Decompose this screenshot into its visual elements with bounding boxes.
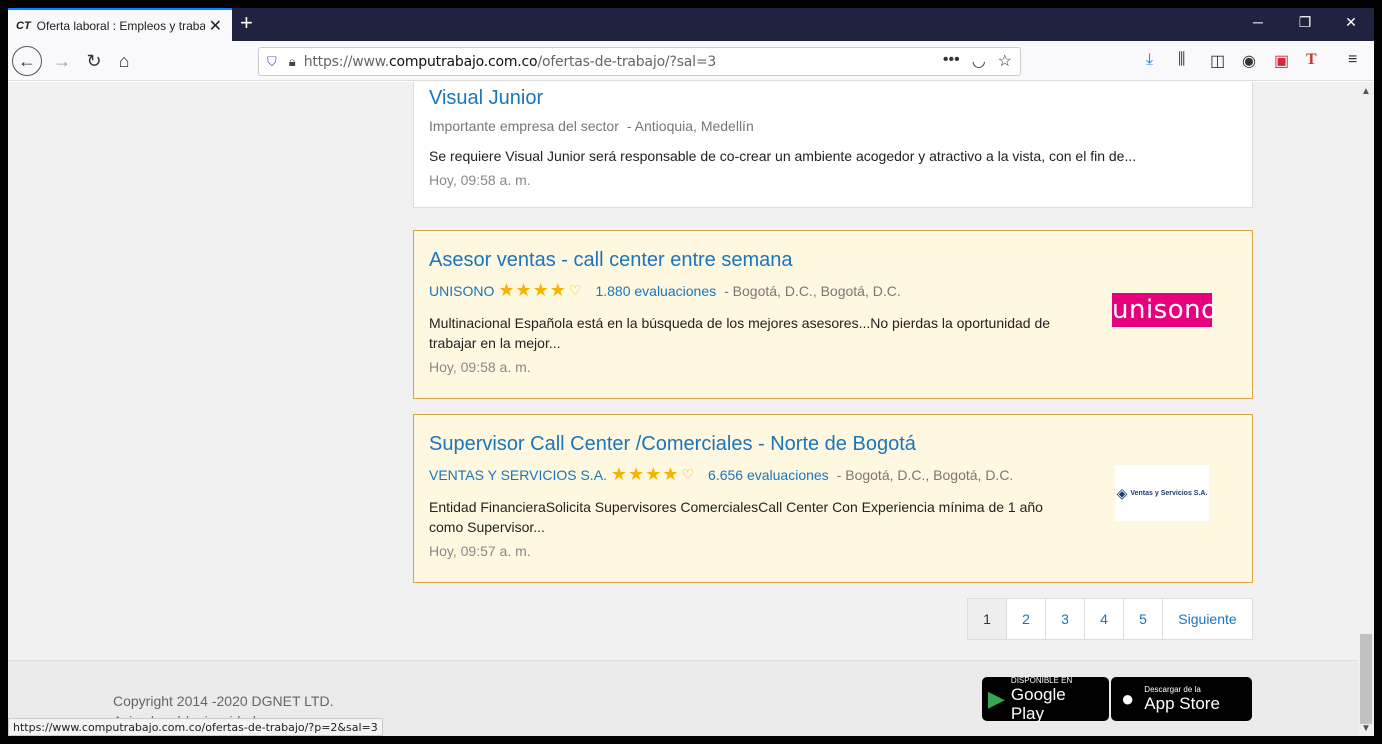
job-date: Hoy, 09:57 a. m. — [429, 543, 531, 559]
job-date: Hoy, 09:58 a. m. — [429, 359, 531, 375]
close-tab-icon[interactable]: ✕ — [209, 16, 222, 36]
evaluations-link[interactable]: 6.656 evaluaciones — [708, 467, 829, 483]
app-store-badge[interactable]: ● Descargar de la App Store — [1111, 677, 1252, 721]
app-store-small-text: Descargar de la — [1144, 685, 1201, 694]
minimize-window-icon[interactable]: ─ — [1248, 14, 1268, 30]
close-window-icon[interactable]: ✕ — [1341, 14, 1361, 31]
pagination: 1 2 3 4 5 Siguiente — [967, 598, 1253, 640]
job-title-link[interactable]: Visual Junior — [429, 87, 1237, 110]
apple-icon: ● — [1121, 686, 1135, 711]
menu-icon[interactable]: ≡ — [1348, 51, 1357, 69]
lock-icon[interactable]: 🔒︎ — [289, 54, 296, 70]
job-date: Hoy, 09:58 a. m. — [429, 172, 531, 188]
scrollbar-thumb[interactable] — [1360, 634, 1372, 724]
browser-tab[interactable]: CT Oferta laboral : Empleos y trabajo ✕ — [8, 8, 232, 41]
address-bar[interactable]: ⛉ 🔒︎ https://www.computrabajo.com.co/ofe… — [258, 47, 1021, 76]
company-logo-text: Ventas y Servicios S.A. — [1130, 489, 1208, 497]
company-name: Importante empresa del sector — [429, 118, 619, 134]
job-location: - Bogotá, D.C., Bogotá, D.C. — [724, 282, 901, 299]
pocket-extension-icon[interactable]: ▣ — [1274, 51, 1289, 71]
job-location: - Bogotá, D.C., Bogotá, D.C. — [836, 466, 1014, 483]
page-content: Visual Junior Importante empresa del sec… — [8, 82, 1358, 736]
new-tab-button[interactable]: + — [240, 12, 253, 34]
job-meta: Importante empresa del sector - Antioqui… — [429, 118, 1237, 134]
site-favicon-icon: CT — [16, 19, 31, 32]
job-card-featured[interactable]: Supervisor Call Center /Comerciales - No… — [413, 414, 1253, 583]
restore-window-icon[interactable]: ❐ — [1295, 14, 1315, 31]
company-logo[interactable]: ◈ Ventas y Servicios S.A. — [1115, 465, 1209, 521]
google-play-small-text: DISPONIBLE EN — [1010, 675, 1073, 685]
browser-window: CT Oferta laboral : Empleos y trabajo ✕ … — [8, 8, 1374, 736]
job-card-featured[interactable]: Asesor ventas - call center entre semana… — [413, 230, 1253, 399]
downloads-icon[interactable]: ⤓ — [1146, 51, 1153, 69]
extension-t-icon[interactable]: T — [1306, 51, 1317, 69]
scroll-up-icon[interactable]: ▲ — [1361, 86, 1371, 97]
favorite-heart-icon[interactable]: ♡ — [569, 282, 582, 299]
job-description: Multinacional Española está en la búsque… — [429, 315, 1051, 351]
library-icon[interactable]: ⫼ — [1178, 51, 1185, 69]
page-link-4[interactable]: 4 — [1085, 599, 1124, 639]
link-status-bar: https://www.computrabajo.com.co/ofertas-… — [8, 718, 383, 736]
tracking-protection-icon[interactable]: ⛉ — [267, 54, 277, 70]
page-link-5[interactable]: 5 — [1124, 599, 1163, 639]
job-card[interactable]: Visual Junior Importante empresa del sec… — [413, 82, 1253, 208]
diamond-logo-icon: ◈ — [1116, 484, 1128, 501]
job-description: Entidad FinancieraSolicita Supervisores … — [429, 499, 1043, 535]
tab-bar: CT Oferta laboral : Empleos y trabajo ✕ … — [8, 8, 1374, 41]
google-play-icon: ▶ — [988, 686, 1005, 711]
vertical-scrollbar[interactable]: ▲ ▼ — [1358, 82, 1374, 736]
pocket-icon[interactable]: ◡ — [972, 51, 986, 71]
evaluations-link[interactable]: 1.880 evaluaciones — [595, 283, 716, 299]
company-logo[interactable]: unisono — [1112, 293, 1217, 327]
rating-stars-icon: ★★★★ — [498, 280, 567, 300]
copyright-text: Copyright 2014 -2020 DGNET LTD. — [113, 693, 334, 709]
tab-title: Oferta laboral : Empleos y trabajo — [36, 18, 205, 33]
google-play-badge[interactable]: ▶ DISPONIBLE EN Google Play — [982, 675, 1109, 723]
job-title-link[interactable]: Supervisor Call Center /Comerciales - No… — [429, 433, 1237, 456]
navigation-toolbar: ← → ↻ ⌂ ⛉ 🔒︎ https://www.computrabajo.co… — [8, 41, 1374, 81]
back-button[interactable]: ← — [12, 46, 42, 76]
page-actions-icon[interactable]: ••• — [943, 51, 960, 71]
home-button[interactable]: ⌂ — [112, 49, 136, 73]
sidebar-icon[interactable]: ◫ — [1210, 51, 1225, 71]
scroll-down-icon[interactable]: ▼ — [1361, 723, 1371, 734]
account-icon[interactable]: ◉ — [1242, 51, 1256, 71]
url-text: https://www.computrabajo.com.co/ofertas-… — [303, 53, 717, 70]
google-play-big-text: Google Play — [1010, 684, 1066, 723]
next-page-link[interactable]: Siguiente — [1163, 599, 1252, 639]
favorite-heart-icon[interactable]: ♡ — [681, 466, 694, 483]
company-link[interactable]: UNISONO — [429, 283, 494, 299]
page-link-2[interactable]: 2 — [1007, 599, 1046, 639]
page-link-1[interactable]: 1 — [968, 599, 1007, 639]
job-location: - Antioquia, Medellín — [626, 118, 754, 134]
bookmark-star-icon[interactable]: ☆ — [998, 51, 1012, 71]
app-store-big-text: App Store — [1144, 694, 1220, 713]
reload-button[interactable]: ↻ — [82, 49, 106, 73]
page-link-3[interactable]: 3 — [1046, 599, 1085, 639]
job-description: Se requiere Visual Junior será responsab… — [429, 148, 1137, 164]
rating-stars-icon: ★★★★ — [610, 464, 680, 484]
job-title-link[interactable]: Asesor ventas - call center entre semana — [429, 249, 1237, 272]
company-link[interactable]: VENTAS Y SERVICIOS S.A. — [429, 467, 607, 483]
forward-button[interactable]: → — [50, 49, 74, 73]
